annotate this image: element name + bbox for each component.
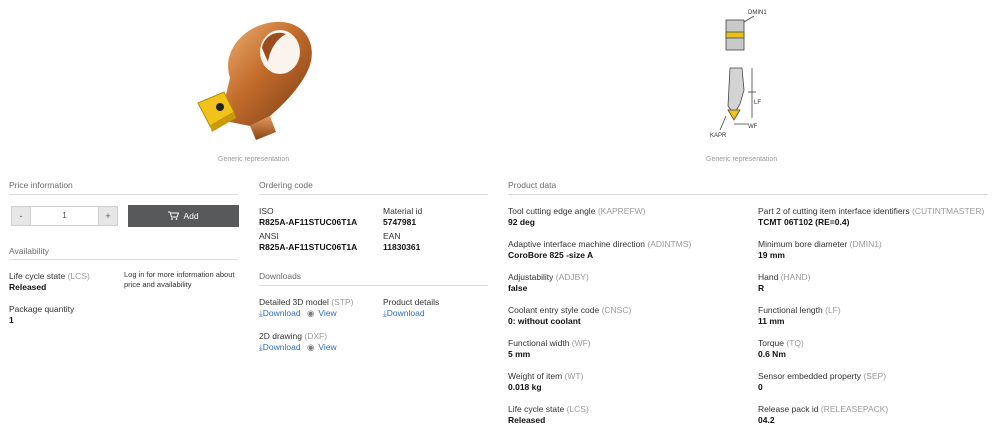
ean-value: 11830361 bbox=[383, 242, 421, 252]
product-details-links: ⤓Download bbox=[383, 308, 425, 319]
product-image-caption: Generic representation bbox=[218, 156, 290, 163]
product-data-value: 0 bbox=[758, 382, 763, 392]
product-data-row: Adjustability (ADJBY) false bbox=[508, 272, 748, 305]
product-data-label: Release pack id (RELEASEPACK) bbox=[758, 404, 889, 414]
divider bbox=[9, 194, 238, 195]
drawing2d-view-link[interactable]: View bbox=[318, 342, 336, 352]
add-to-cart-button[interactable]: Add bbox=[128, 205, 239, 227]
drawing2d-label: 2D drawing (DXF) bbox=[259, 331, 328, 341]
iso-label: ISO bbox=[259, 206, 274, 216]
product-data-value: false bbox=[508, 283, 528, 293]
package-quantity-label: Package quantity bbox=[9, 304, 75, 314]
product-data-label: Hand (HAND) bbox=[758, 272, 811, 282]
decrease-quantity-button[interactable]: - bbox=[11, 206, 31, 226]
product-data-value: 0.018 kg bbox=[508, 382, 542, 392]
ansi-value: R825A-AF11STUC06T1A bbox=[259, 242, 358, 252]
product-data-row: Sensor embedded property (SEP) 0 bbox=[758, 371, 988, 404]
product-data-left-column: Tool cutting edge angle (KAPREFW) 92 deg A… bbox=[508, 206, 748, 437]
drawing-caption: Generic representation bbox=[706, 156, 778, 163]
lifecycle-value: Released bbox=[9, 282, 47, 292]
drawing2d-links: ⤓Download ◉ View bbox=[259, 342, 337, 353]
model3d-label: Detailed 3D model (STP) bbox=[259, 297, 354, 307]
iso-value: R825A-AF11STUC06T1A bbox=[259, 217, 358, 227]
product-data-value: 04.2 bbox=[758, 415, 775, 425]
ordering-code-title: Ordering code bbox=[259, 180, 313, 190]
product-data-row: Functional width (WF) 5 mm bbox=[508, 338, 748, 371]
product-data-label: Functional width (WF) bbox=[508, 338, 591, 348]
product-data-value: Released bbox=[508, 415, 546, 425]
ansi-label: ANSI bbox=[259, 231, 279, 241]
product-data-label: Coolant entry style code (CNSC) bbox=[508, 305, 632, 315]
lifecycle-label: Life cycle state (LCS) bbox=[9, 271, 90, 281]
material-id-label: Material id bbox=[383, 206, 423, 216]
material-id-value: 5747981 bbox=[383, 217, 417, 227]
product-data-label: Part 2 of cutting item interface identif… bbox=[758, 206, 985, 216]
price-info-title: Price information bbox=[9, 180, 73, 190]
product-data-label: Tool cutting edge angle (KAPREFW) bbox=[508, 206, 646, 216]
divider bbox=[259, 285, 488, 286]
drawing2d-download-link[interactable]: Download bbox=[263, 342, 301, 352]
product-data-value: 5 mm bbox=[508, 349, 531, 359]
wf-label: WF bbox=[748, 124, 758, 130]
eye-icon: ◉ bbox=[306, 342, 315, 352]
divider bbox=[9, 259, 238, 260]
quantity-input[interactable]: 1 bbox=[31, 206, 98, 226]
product-data-label: Minimum bore diameter (DMIN1) bbox=[758, 239, 882, 249]
increase-quantity-button[interactable]: + bbox=[98, 206, 118, 226]
product-data-row: Minimum bore diameter (DMIN1) 19 mm bbox=[758, 239, 988, 272]
product-details-download-link[interactable]: Download bbox=[387, 308, 425, 318]
product-data-value: 92 deg bbox=[508, 217, 535, 227]
login-note: Log in for more information about price … bbox=[124, 270, 235, 289]
product-data-label: Weight of item (WT) bbox=[508, 371, 584, 381]
lf-label: LF bbox=[754, 100, 761, 106]
product-data-row: Release pack id (RELEASEPACK) 04.2 bbox=[758, 404, 988, 437]
product-data-row: Tool cutting edge angle (KAPREFW) 92 deg bbox=[508, 206, 748, 239]
divider bbox=[508, 194, 988, 195]
product-data-value: TCMT 06T102 (RE=0.4) bbox=[758, 217, 850, 227]
product-data-label: Adjustability (ADJBY) bbox=[508, 272, 589, 282]
package-quantity-value: 1 bbox=[9, 315, 14, 325]
product-data-value: 11 mm bbox=[758, 316, 785, 326]
model3d-download-link[interactable]: Download bbox=[263, 308, 301, 318]
product-data-label: Functional length (LF) bbox=[758, 305, 841, 315]
product-data-row: Part 2 of cutting item interface identif… bbox=[758, 206, 988, 239]
product-data-value: R bbox=[758, 283, 765, 293]
product-data-row: Torque (TQ) 0.6 Nm bbox=[758, 338, 988, 371]
product-data-row: Hand (HAND) R bbox=[758, 272, 988, 305]
kapr-label: KAPR bbox=[710, 133, 727, 139]
availability-title: Availability bbox=[9, 246, 50, 256]
product-data-label: Adaptive interface machine direction (AD… bbox=[508, 239, 692, 249]
product-data-row: Life cycle state (LCS) Released bbox=[508, 404, 748, 437]
product-details-label: Product details bbox=[383, 297, 440, 307]
product-data-label: Life cycle state (LCS) bbox=[508, 404, 589, 414]
product-image bbox=[190, 8, 320, 150]
model3d-links: ⤓Download ◉ View bbox=[259, 308, 337, 319]
product-data-label: Sensor embedded property (SEP) bbox=[758, 371, 887, 381]
ean-label: EAN bbox=[383, 231, 401, 241]
product-data-row: Adaptive interface machine direction (AD… bbox=[508, 239, 748, 272]
product-data-title: Product data bbox=[508, 180, 557, 190]
add-button-label: Add bbox=[183, 211, 199, 221]
product-data-label: Torque (TQ) bbox=[758, 338, 804, 348]
downloads-title: Downloads bbox=[259, 271, 302, 281]
product-data-value: CoroBore 825 -size A bbox=[508, 250, 594, 260]
technical-drawing: DMIN1 LF WF KAPR bbox=[706, 6, 772, 148]
product-data-row: Coolant entry style code (CNSC) 0: withou… bbox=[508, 305, 748, 338]
dmin-label: DMIN1 bbox=[748, 10, 767, 16]
product-data-row: Weight of item (WT) 0.018 kg bbox=[508, 371, 748, 404]
cart-icon bbox=[168, 206, 180, 228]
eye-icon: ◉ bbox=[306, 308, 315, 318]
product-data-value: 19 mm bbox=[758, 250, 785, 260]
model3d-view-link[interactable]: View bbox=[318, 308, 336, 318]
product-data-row: Functional length (LF) 11 mm bbox=[758, 305, 988, 338]
product-data-right-column: Part 2 of cutting item interface identif… bbox=[758, 206, 988, 437]
product-data-value: 0.6 Nm bbox=[758, 349, 786, 359]
product-data-value: 0: without coolant bbox=[508, 316, 581, 326]
divider bbox=[259, 194, 488, 195]
